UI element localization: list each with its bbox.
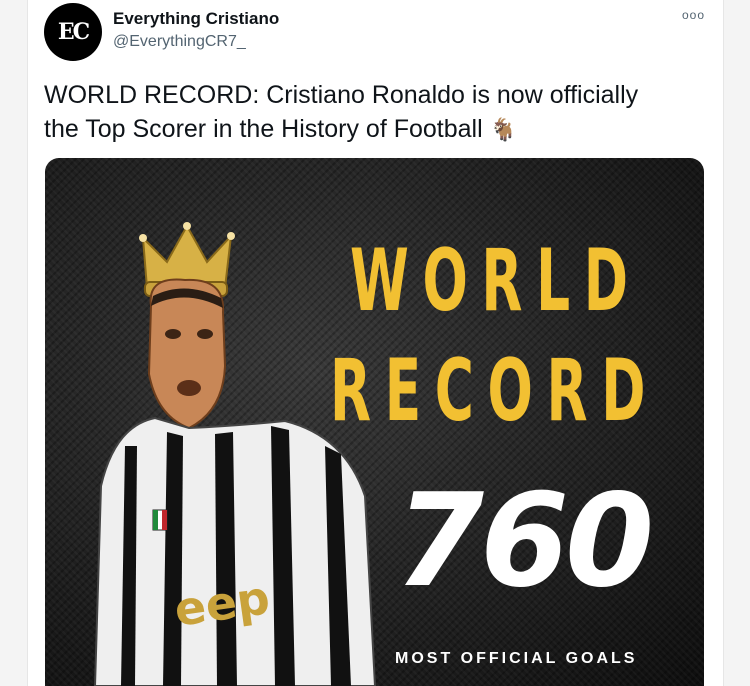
goals-caption: MOST OFFICIAL GOALS: [395, 650, 638, 667]
page-margin-right: [723, 0, 750, 686]
goals-count: 760: [395, 467, 654, 616]
account-name[interactable]: Everything Cristiano: [113, 9, 279, 29]
account-handle[interactable]: @EverythingCR7_: [113, 33, 246, 51]
headline-line-1: WORLD: [350, 231, 642, 331]
tweet-text-line-2-text: the Top Scorer in the History of Footbal…: [44, 115, 483, 143]
tweet-text: WORLD RECORD: Cristiano Ronaldo is now o…: [44, 78, 694, 147]
headline-line-2: RECORD: [330, 341, 660, 441]
tweet-media-image[interactable]: eep WORLD RECORD 760 MOST OFFICIAL GOALS: [45, 158, 704, 686]
player-illustration: eep: [93, 222, 377, 686]
avatar-logo: EC: [57, 19, 90, 45]
tweet-text-line-2: the Top Scorer in the History of Footbal…: [44, 112, 694, 147]
tweet-text-line-1: WORLD RECORD: Cristiano Ronaldo is now o…: [44, 81, 639, 109]
goat-emoji-icon: 🐐: [489, 117, 518, 142]
avatar[interactable]: EC: [44, 3, 102, 61]
page-margin-left: [0, 0, 28, 686]
more-horizontal-icon[interactable]: ooo: [682, 8, 705, 22]
